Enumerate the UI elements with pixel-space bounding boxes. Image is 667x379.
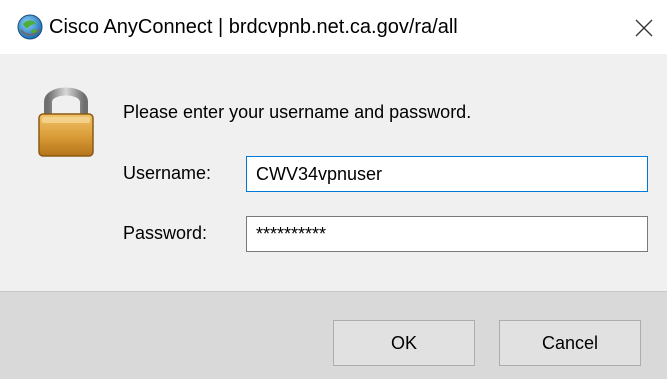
anyconnect-globe-icon: [17, 14, 43, 40]
close-button[interactable]: [628, 12, 660, 44]
username-label: Username:: [123, 163, 212, 183]
title-bar: Cisco AnyConnect | brdcvpnb.net.ca.gov/r…: [0, 0, 667, 54]
button-bar: OK Cancel: [0, 291, 667, 379]
ok-button[interactable]: OK: [333, 320, 475, 366]
dialog-content: Please enter your username and password.…: [0, 54, 667, 291]
close-icon: [635, 19, 653, 37]
lock-icon: [36, 80, 96, 158]
anyconnect-login-dialog: Cisco AnyConnect | brdcvpnb.net.ca.gov/r…: [0, 0, 667, 379]
window-title: Cisco AnyConnect | brdcvpnb.net.ca.gov/r…: [49, 16, 458, 38]
login-prompt: Please enter your username and password.: [123, 102, 472, 122]
password-label: Password:: [123, 223, 208, 243]
cancel-button[interactable]: Cancel: [499, 320, 641, 366]
password-field[interactable]: [246, 216, 648, 252]
username-field[interactable]: [246, 156, 648, 192]
